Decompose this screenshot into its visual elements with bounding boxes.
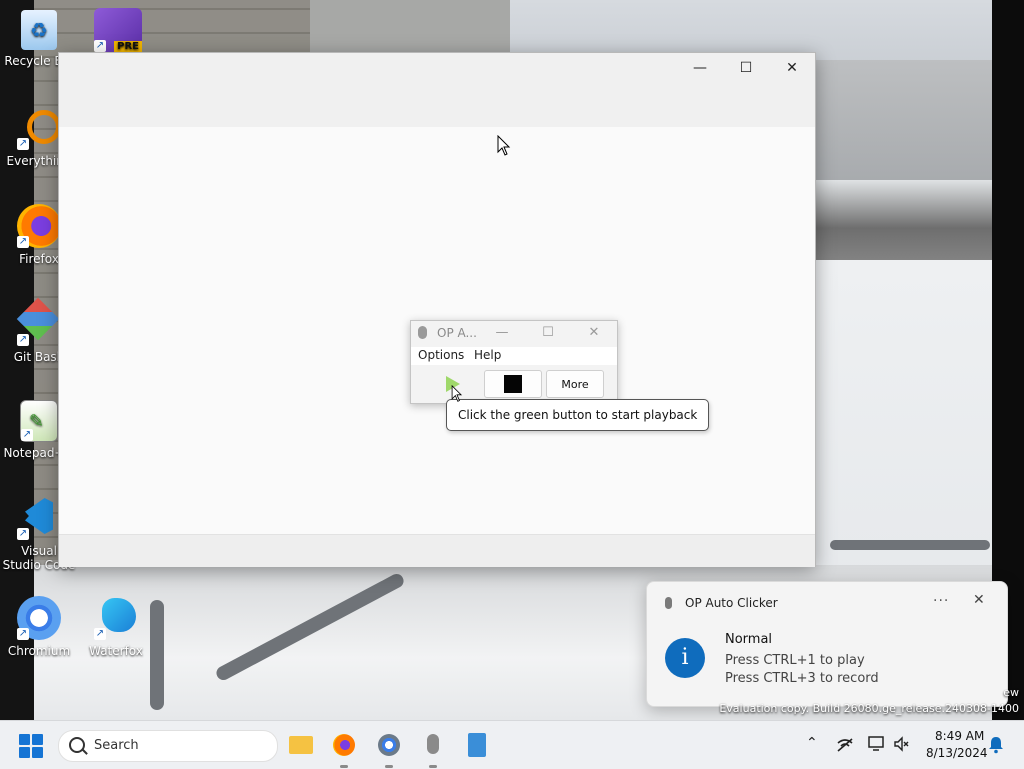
shortcut-arrow-icon: ↗: [17, 628, 29, 640]
toast-close-icon[interactable]: ✕: [973, 592, 985, 608]
desktop-icon-label: Chromium: [7, 644, 71, 658]
shortcut-arrow-icon: ↗: [21, 429, 33, 441]
shortcut-arrow-icon: ↗: [17, 236, 29, 248]
git-bash-icon: ↗: [16, 297, 61, 346]
settings-gear-icon: [378, 734, 400, 756]
desktop-icon-pre-app[interactable]: PRE ↗: [80, 8, 156, 56]
chromium-icon: ↗: [17, 596, 61, 640]
taskbar-search[interactable]: Search: [58, 730, 278, 762]
monitor-icon[interactable]: [868, 736, 886, 752]
network-disconnected-icon[interactable]: [836, 737, 854, 753]
clock-date[interactable]: 8/13/2024: [926, 746, 988, 760]
wallpaper-rail-right: [830, 540, 990, 550]
more-button[interactable]: More: [546, 370, 604, 398]
toast-line-record: Press CTRL+3 to record: [725, 671, 879, 686]
desktop-icon-waterfox[interactable]: ↗ Waterfox: [78, 596, 154, 658]
waterfox-icon: ↗: [94, 596, 138, 640]
taskbar-chromium[interactable]: [373, 730, 405, 768]
op-auto-clicker-window[interactable]: OP A... — ☐ ✕ Options Help More: [410, 320, 618, 404]
visual-studio-pre-icon: PRE ↗: [94, 8, 142, 52]
main-window-footer: [59, 534, 815, 567]
toast-title: Normal: [725, 632, 773, 647]
menu-options[interactable]: Options: [418, 348, 464, 362]
op-close-button[interactable]: ✕: [579, 323, 609, 343]
wallpaper-building-right: [815, 60, 995, 180]
desktop-icon-label: Waterfox: [89, 644, 143, 658]
recycle-symbol-icon: ♻: [30, 18, 48, 42]
shortcut-arrow-icon: ↗: [17, 528, 29, 540]
mouse-icon: [665, 597, 672, 609]
taskbar: Search ⌃ 8:49 AM 8/13/2024: [0, 720, 1024, 769]
recycle-bin-icon: ♻: [21, 10, 57, 50]
maximize-button[interactable]: ☐: [723, 53, 769, 83]
wallpaper-building: [310, 0, 510, 60]
notepad-plus-plus-icon: ✎ ↗: [20, 400, 58, 442]
watermark-line2: Evaluation copy. Build 26080.ge_release.…: [719, 702, 1019, 715]
everything-search-icon: ↗: [17, 106, 61, 150]
shortcut-arrow-icon: ↗: [17, 334, 29, 346]
notification-toast[interactable]: OP Auto Clicker ··· ✕ i Normal Press CTR…: [646, 581, 1008, 707]
shortcut-arrow-icon: ↗: [94, 628, 106, 640]
firefox-icon: ↗: [17, 204, 61, 248]
firefox-icon: [333, 734, 355, 756]
minimize-button[interactable]: —: [677, 53, 723, 83]
windows-start-icon[interactable]: [19, 734, 43, 758]
taskbar-firefox[interactable]: [328, 730, 360, 768]
op-maximize-button[interactable]: ☐: [533, 323, 563, 343]
pre-badge: PRE: [114, 41, 142, 52]
menu-help[interactable]: Help: [474, 348, 501, 362]
notepad-icon: [468, 733, 486, 757]
vscode-icon: ↗: [17, 496, 61, 540]
show-hidden-icons-chevron-icon[interactable]: ⌃: [806, 735, 818, 751]
mouse-cursor-icon: [497, 135, 511, 156]
search-label: Search: [94, 738, 139, 753]
main-window-titlebar[interactable]: — ☐ ✕: [59, 53, 815, 127]
info-icon: i: [665, 638, 705, 678]
op-window-title: OP A...: [437, 326, 477, 340]
notification-bell-icon[interactable]: [988, 736, 1004, 754]
mouse-icon: [427, 734, 439, 754]
playback-tooltip: Click the green button to start playback: [446, 399, 710, 431]
hover-cursor-icon: [451, 385, 463, 402]
folder-icon: [289, 736, 313, 754]
stop-button[interactable]: [484, 370, 542, 398]
toast-more-options-icon[interactable]: ···: [933, 593, 949, 609]
toast-app-name: OP Auto Clicker: [685, 596, 778, 610]
volume-muted-icon[interactable]: [893, 736, 909, 752]
taskbar-file-explorer[interactable]: [285, 730, 317, 762]
shortcut-arrow-icon: ↗: [17, 138, 29, 150]
mouse-icon: [418, 326, 427, 339]
op-menubar: Options Help: [411, 347, 617, 365]
stop-icon: [504, 375, 522, 393]
main-window[interactable]: — ☐ ✕: [58, 52, 816, 567]
shortcut-arrow-icon: ↗: [94, 40, 106, 52]
op-window-titlebar[interactable]: OP A... — ☐ ✕: [411, 321, 617, 345]
desktop-icon-chromium[interactable]: ↗ Chromium: [1, 596, 77, 658]
clock-time[interactable]: 8:49 AM: [935, 729, 984, 743]
close-button[interactable]: ✕: [769, 53, 815, 83]
op-minimize-button[interactable]: —: [487, 323, 517, 343]
taskbar-notepad[interactable]: [461, 730, 493, 762]
watermark-line1: ew: [1003, 686, 1019, 699]
taskbar-op-auto-clicker[interactable]: [417, 730, 449, 768]
toast-line-play: Press CTRL+1 to play: [725, 653, 865, 668]
search-icon: [69, 737, 85, 753]
